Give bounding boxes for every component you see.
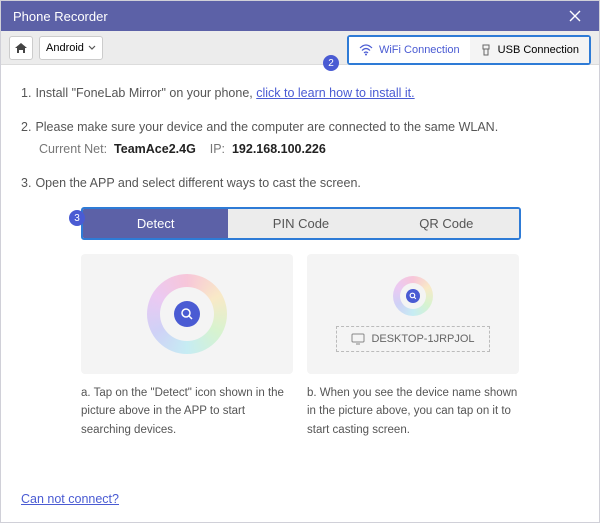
step-badge-2: 2 — [323, 55, 339, 71]
cast-mode-tabs: Detect PIN Code QR Code — [81, 207, 521, 240]
step-1: 1. Install "FoneLab Mirror" on your phon… — [21, 83, 579, 103]
tab-pin-code[interactable]: PIN Code — [228, 209, 373, 238]
wifi-connection-tab[interactable]: WiFi Connection — [349, 37, 470, 63]
tab-qr-code[interactable]: QR Code — [374, 209, 519, 238]
card-a-caption: a. Tap on the "Detect" icon shown in the… — [81, 384, 293, 439]
color-ring-small-icon — [393, 276, 433, 316]
monitor-icon — [351, 333, 365, 345]
close-icon — [569, 10, 581, 22]
step-2-num: 2. — [21, 117, 31, 137]
wifi-tab-label: WiFi Connection — [379, 44, 460, 56]
usb-tab-label: USB Connection — [498, 44, 579, 56]
usb-connection-tab[interactable]: USB Connection — [470, 37, 589, 63]
step-2: 2. Please make sure your device and the … — [21, 117, 579, 159]
device-name-box: DESKTOP-1JRPJOL — [336, 326, 489, 352]
color-ring-icon — [147, 274, 227, 354]
card-b-image: DESKTOP-1JRPJOL — [307, 254, 519, 374]
detect-search-small-icon — [406, 289, 420, 303]
toolbar: Android WiFi Connection USB Connection — [1, 31, 599, 65]
network-info: Current Net: TeamAce2.4G IP: 192.168.100… — [39, 139, 579, 159]
step-3-num: 3. — [21, 173, 31, 193]
ip-value: 192.168.100.226 — [232, 142, 326, 156]
device-name-value: DESKTOP-1JRPJOL — [371, 333, 474, 345]
card-b: DESKTOP-1JRPJOL b. When you see the devi… — [307, 254, 519, 439]
titlebar: Phone Recorder — [1, 1, 599, 31]
tab-detect[interactable]: Detect — [83, 209, 228, 238]
content-area: 1. Install "FoneLab Mirror" on your phon… — [1, 65, 599, 449]
home-button[interactable] — [9, 36, 33, 60]
cannot-connect-link[interactable]: Can not connect? — [21, 492, 119, 506]
current-net-value: TeamAce2.4G — [114, 142, 196, 156]
usb-icon — [480, 44, 492, 56]
step-1-text: Install "FoneLab Mirror" on your phone, — [35, 86, 256, 100]
step-3-text: Open the APP and select different ways t… — [35, 173, 360, 193]
detect-search-icon — [174, 301, 200, 327]
connection-tabs: WiFi Connection USB Connection — [347, 35, 591, 65]
app-window: Phone Recorder Android WiFi Connection U… — [0, 0, 600, 523]
platform-label: Android — [46, 42, 84, 54]
ip-label: IP: — [210, 142, 225, 156]
card-b-caption: b. When you see the device name shown in… — [307, 384, 519, 439]
small-ring-wrapper — [393, 276, 433, 316]
home-icon — [14, 41, 28, 55]
window-title: Phone Recorder — [13, 9, 563, 24]
close-button[interactable] — [563, 10, 587, 22]
step-3: 3. Open the APP and select different way… — [21, 173, 579, 193]
chevron-down-icon — [88, 45, 96, 51]
install-help-link[interactable]: click to learn how to install it. — [256, 86, 414, 100]
step-1-num: 1. — [21, 83, 31, 103]
card-a: a. Tap on the "Detect" icon shown in the… — [81, 254, 293, 439]
card-a-image — [81, 254, 293, 374]
step-2-text: Please make sure your device and the com… — [35, 117, 498, 137]
platform-select[interactable]: Android — [39, 36, 103, 60]
wifi-icon — [359, 44, 373, 56]
current-net-label: Current Net: — [39, 142, 107, 156]
step-badge-3: 3 — [69, 210, 85, 226]
instruction-cards: a. Tap on the "Detect" icon shown in the… — [81, 254, 519, 439]
